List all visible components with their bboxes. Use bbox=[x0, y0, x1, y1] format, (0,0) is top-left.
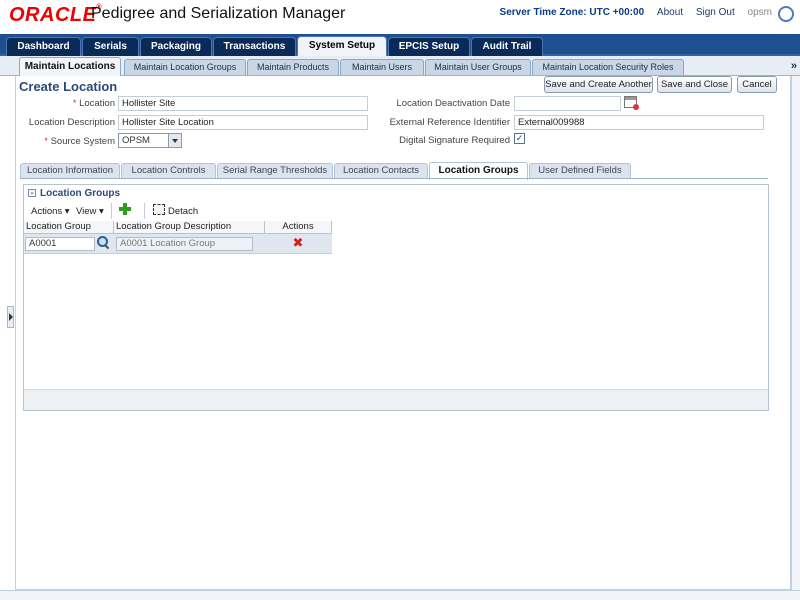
vertical-scrollbar[interactable] bbox=[791, 76, 800, 590]
location-group-description-field: A0001 Location Group bbox=[116, 237, 253, 251]
collapse-icon[interactable]: ⌄ bbox=[28, 189, 36, 197]
source-system-value: OPSM bbox=[122, 135, 150, 146]
tab-audit-trail[interactable]: Audit Trail bbox=[471, 37, 543, 56]
oracle-logo: ORACLE® bbox=[9, 4, 103, 26]
location-groups-header: Location Groups bbox=[40, 188, 120, 199]
tab-location-controls[interactable]: Location Controls bbox=[121, 163, 216, 179]
calendar-icon[interactable] bbox=[624, 96, 639, 110]
deactivation-date-label: Location Deactivation Date bbox=[396, 98, 510, 109]
sub-tab-bar: Maintain Locations Maintain Location Gro… bbox=[0, 56, 800, 76]
tab-user-defined-fields[interactable]: User Defined Fields bbox=[529, 163, 631, 179]
more-tabs-icon[interactable]: » bbox=[791, 60, 797, 72]
tab-epcis-setup[interactable]: EPCIS Setup bbox=[388, 37, 470, 56]
detach-button[interactable]: Detach bbox=[168, 206, 198, 217]
save-and-close-button[interactable]: Save and Close bbox=[657, 76, 732, 93]
add-icon[interactable] bbox=[119, 203, 131, 215]
tab-location-information[interactable]: Location Information bbox=[20, 163, 120, 179]
server-time-zone: Server Time Zone: UTC +00:00 bbox=[499, 7, 645, 18]
subtab-maintain-locations[interactable]: Maintain Locations bbox=[19, 57, 121, 76]
column-header-actions: Actions bbox=[265, 221, 332, 234]
digital-signature-label: Digital Signature Required bbox=[399, 135, 510, 146]
toolbar-divider bbox=[111, 203, 112, 219]
location-description-label: Location Description bbox=[28, 117, 115, 128]
subtab-maintain-user-groups[interactable]: Maintain User Groups bbox=[425, 59, 531, 75]
tab-transactions[interactable]: Transactions bbox=[213, 37, 296, 56]
delete-icon[interactable]: ✖ bbox=[292, 236, 304, 249]
user-name: opsm bbox=[747, 7, 772, 18]
sign-out-link[interactable]: Sign Out bbox=[696, 7, 735, 18]
subtab-maintain-location-security-roles[interactable]: Maintain Location Security Roles bbox=[532, 59, 684, 75]
detail-tab-underline bbox=[20, 178, 768, 179]
header-links: Server Time Zone: UTC +00:00 About Sign … bbox=[490, 7, 772, 18]
app-header: ORACLE® Pedigree and Serialization Manag… bbox=[0, 0, 800, 34]
source-system-label: * Source System bbox=[44, 136, 115, 147]
tab-location-contacts[interactable]: Location Contacts bbox=[334, 163, 428, 179]
save-and-create-another-button[interactable]: Save and Create Another bbox=[544, 76, 653, 93]
about-link[interactable]: About bbox=[657, 7, 683, 18]
toolbar-divider bbox=[144, 203, 145, 219]
location-label: * Location bbox=[72, 98, 115, 109]
page-title: Create Location bbox=[19, 79, 118, 94]
subtab-maintain-location-groups[interactable]: Maintain Location Groups bbox=[124, 59, 246, 75]
location-group-input[interactable]: A0001 bbox=[25, 237, 95, 251]
cancel-button[interactable]: Cancel bbox=[737, 76, 777, 93]
main-tab-bar: Dashboard Serials Packaging Transactions… bbox=[0, 34, 800, 57]
source-system-select[interactable]: OPSM bbox=[118, 133, 182, 148]
location-input[interactable]: Hollister Site bbox=[118, 96, 368, 111]
location-description-input[interactable]: Hollister Site Location bbox=[118, 115, 368, 130]
detach-icon[interactable] bbox=[153, 204, 165, 215]
chevron-down-icon[interactable] bbox=[168, 134, 181, 147]
view-menu[interactable]: View ▾ bbox=[76, 206, 104, 217]
actions-menu[interactable]: Actions ▾ bbox=[31, 206, 70, 217]
status-bar bbox=[0, 590, 800, 600]
search-icon[interactable] bbox=[97, 236, 109, 248]
status-icon bbox=[778, 6, 794, 22]
tab-dashboard[interactable]: Dashboard bbox=[6, 37, 81, 56]
tab-packaging[interactable]: Packaging bbox=[140, 37, 212, 56]
subtab-maintain-products[interactable]: Maintain Products bbox=[247, 59, 339, 75]
tab-system-setup[interactable]: System Setup bbox=[297, 36, 387, 57]
digital-signature-checkbox[interactable]: ✓ bbox=[514, 133, 525, 144]
external-reference-input[interactable]: External009988 bbox=[514, 115, 764, 130]
tab-serial-range-thresholds[interactable]: Serial Range Thresholds bbox=[217, 163, 333, 179]
panel-splitter-handle[interactable] bbox=[7, 306, 14, 328]
app-title: Pedigree and Serialization Manager bbox=[91, 5, 346, 22]
column-header-description[interactable]: Location Group Description bbox=[114, 221, 265, 234]
tab-serials[interactable]: Serials bbox=[82, 37, 139, 56]
subtab-maintain-users[interactable]: Maintain Users bbox=[340, 59, 424, 75]
external-reference-label: External Reference Identifier bbox=[389, 117, 510, 128]
column-header-location-group[interactable]: Location Group bbox=[24, 221, 114, 234]
deactivation-date-input[interactable] bbox=[514, 96, 621, 111]
table-footer bbox=[24, 389, 768, 410]
